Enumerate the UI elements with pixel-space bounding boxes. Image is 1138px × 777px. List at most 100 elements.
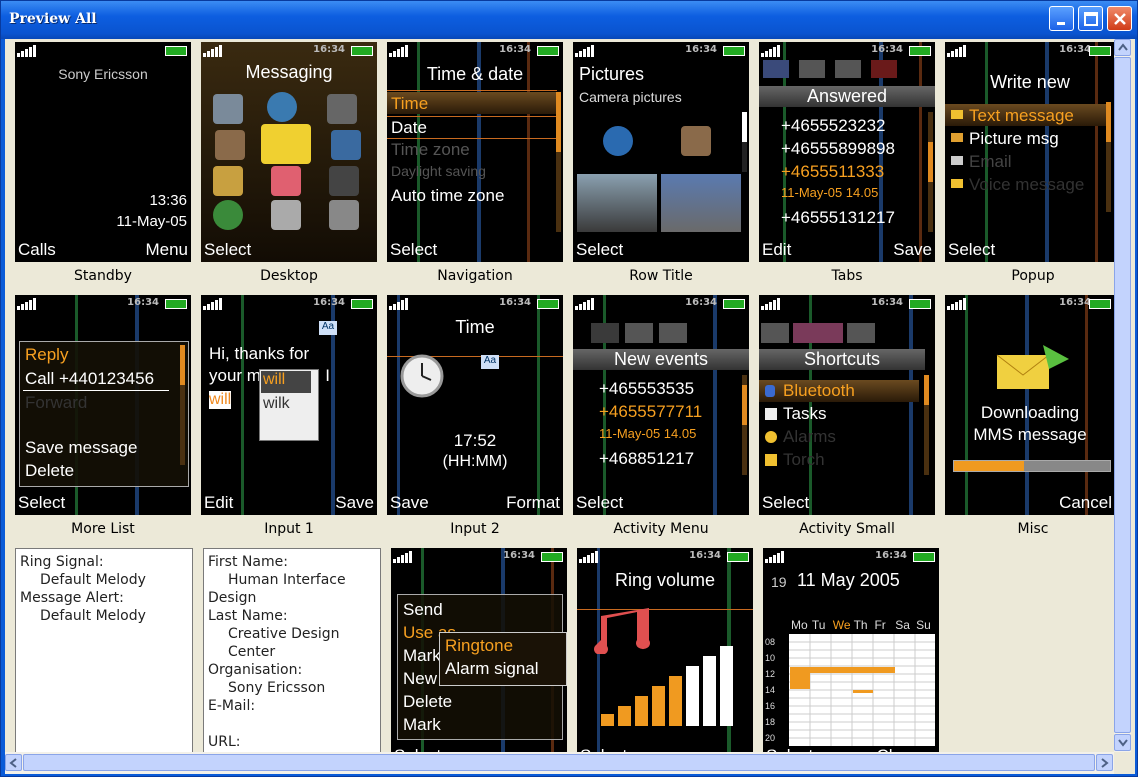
- menu-item[interactable]: Send: [403, 600, 443, 620]
- horizontal-scroll-thumb[interactable]: [23, 754, 1095, 771]
- preview-input-1[interactable]: 16:34 Aa Hi, thanks for your message. I …: [201, 295, 377, 515]
- vertical-scrollbar[interactable]: [1114, 39, 1131, 752]
- preview-tabs[interactable]: 16:34 Answered +4655523232 +46555899898 …: [759, 42, 935, 262]
- list-item[interactable]: Call +440123456: [25, 369, 154, 389]
- preview-navigation[interactable]: 16:34 Time & date Time Date Time zone Da…: [387, 42, 563, 262]
- time-value[interactable]: 17:52: [387, 431, 563, 451]
- entertainment-icon[interactable]: [329, 166, 359, 196]
- list-item[interactable]: Save message: [25, 438, 137, 458]
- messages-icon[interactable]: [213, 94, 243, 124]
- list-item[interactable]: Time: [391, 94, 428, 114]
- file-manager-icon[interactable]: [213, 166, 243, 196]
- left-softkey[interactable]: Edit: [762, 240, 791, 260]
- tab-new-events[interactable]: [761, 323, 789, 343]
- scrollbar[interactable]: [742, 375, 747, 475]
- list-item[interactable]: +4655523232: [781, 116, 885, 136]
- left-softkey[interactable]: Select: [576, 240, 623, 260]
- scrollbar[interactable]: [928, 112, 933, 232]
- scrollbar[interactable]: [924, 375, 929, 475]
- left-softkey[interactable]: Select: [18, 493, 65, 513]
- tab-missed[interactable]: [871, 60, 897, 78]
- scrollbar[interactable]: [180, 345, 185, 465]
- list-item[interactable]: Reply: [25, 345, 68, 365]
- input-mode-icon[interactable]: Aa: [319, 321, 337, 335]
- tab-answered[interactable]: [799, 60, 825, 78]
- preview-more-list[interactable]: 16:34 Reply Call +440123456 Forward Save…: [15, 295, 191, 515]
- right-softkey[interactable]: Save: [335, 493, 374, 513]
- left-softkey[interactable]: Edit: [204, 493, 233, 513]
- contacts-icon[interactable]: [271, 200, 301, 230]
- list-item[interactable]: +4655577711: [599, 402, 702, 422]
- preview-desktop[interactable]: 16:34 Messaging Select: [201, 42, 377, 262]
- left-softkey[interactable]: Save: [390, 493, 429, 513]
- internet-icon[interactable]: [267, 92, 297, 122]
- submenu-item[interactable]: Ringtone: [445, 636, 513, 656]
- tab-bookmarks[interactable]: [847, 323, 875, 343]
- settings-icon[interactable]: [329, 200, 359, 230]
- left-softkey[interactable]: Calls: [18, 240, 56, 260]
- messaging-icon[interactable]: [261, 124, 311, 164]
- games-icon[interactable]: [327, 94, 357, 124]
- list-item[interactable]: Forward: [25, 393, 87, 413]
- tab-dialled[interactable]: [835, 60, 861, 78]
- globe-icon[interactable]: [603, 126, 633, 156]
- right-softkey[interactable]: Menu: [145, 240, 188, 260]
- scroll-up-button[interactable]: [1114, 39, 1131, 56]
- volume-bars[interactable]: [601, 644, 741, 726]
- vertical-scroll-thumb[interactable]: [1114, 57, 1131, 733]
- input-mode-icon[interactable]: Aa: [481, 355, 499, 369]
- list-item[interactable]: +46555899898: [781, 139, 895, 159]
- camera-icon[interactable]: [681, 126, 711, 156]
- left-softkey[interactable]: Select: [204, 240, 251, 260]
- preview-popup[interactable]: 16:34 Write new Text message Picture msg…: [945, 42, 1115, 262]
- list-item[interactable]: +468851217: [599, 449, 694, 469]
- menu-item[interactable]: Mark: [403, 715, 441, 735]
- list-item[interactable]: Email: [969, 152, 1012, 172]
- tab-all-calls[interactable]: [763, 60, 789, 78]
- list-item[interactable]: Text message: [969, 106, 1074, 126]
- menu-item[interactable]: Delete: [403, 692, 452, 712]
- list-item[interactable]: Torch: [783, 450, 825, 470]
- minimize-button[interactable]: [1049, 6, 1074, 31]
- preview-row-title[interactable]: 16:34 Pictures Camera pictures Select: [573, 42, 749, 262]
- week-grid[interactable]: [789, 634, 935, 746]
- preview-misc[interactable]: 16:34 Downloading MMS message Cancel: [945, 295, 1115, 515]
- preview-input-2[interactable]: 16:34 Time Aa 17:52 (HH:MM) Save Format: [387, 295, 563, 515]
- organizer-icon[interactable]: [271, 166, 301, 196]
- left-softkey[interactable]: Select: [948, 240, 995, 260]
- list-item[interactable]: Daylight saving: [391, 163, 486, 179]
- title-bar[interactable]: Preview All: [1, 1, 1137, 39]
- scroll-left-button[interactable]: [5, 754, 22, 771]
- horizontal-scrollbar[interactable]: [5, 752, 1114, 774]
- thumbnail-platform[interactable]: [577, 174, 657, 232]
- left-softkey[interactable]: Select: [576, 493, 623, 513]
- list-item[interactable]: +465553535: [599, 379, 694, 399]
- close-button[interactable]: [1107, 6, 1132, 31]
- scrollbar[interactable]: [1106, 102, 1111, 212]
- list-item[interactable]: Delete: [25, 461, 74, 481]
- tab-new-events[interactable]: [591, 323, 619, 343]
- suggestion-item[interactable]: wilk: [263, 395, 290, 413]
- list-item[interactable]: Picture msg: [969, 129, 1059, 149]
- list-item[interactable]: Auto time zone: [391, 186, 504, 206]
- thumbnail-lights[interactable]: [661, 174, 741, 232]
- scroll-right-button[interactable]: [1096, 754, 1113, 771]
- list-item[interactable]: Bluetooth: [783, 381, 855, 401]
- list-item[interactable]: Date: [391, 118, 427, 138]
- maximize-button[interactable]: [1078, 6, 1103, 31]
- list-item[interactable]: Voice message: [969, 175, 1084, 195]
- list-item[interactable]: Alarms: [783, 427, 836, 447]
- preview-ring-volume[interactable]: 16:34 Ring volume Select: [577, 548, 753, 754]
- menu-item[interactable]: Mark: [403, 646, 441, 666]
- tab-bookmarks[interactable]: [659, 323, 687, 343]
- submenu-item[interactable]: Alarm signal: [445, 659, 539, 679]
- tab-shortcuts[interactable]: [793, 323, 843, 343]
- left-softkey[interactable]: Select: [762, 493, 809, 513]
- right-softkey[interactable]: Format: [506, 493, 560, 513]
- preview-calendar[interactable]: 16:34 19 11 May 2005 Mo Tu We Th Fr Sa S…: [763, 548, 939, 754]
- menu-item[interactable]: New: [403, 669, 437, 689]
- scroll-down-button[interactable]: [1114, 734, 1131, 751]
- list-item[interactable]: Tasks: [783, 404, 826, 424]
- suggestion-item[interactable]: will: [261, 371, 311, 393]
- tab-shortcuts[interactable]: [625, 323, 653, 343]
